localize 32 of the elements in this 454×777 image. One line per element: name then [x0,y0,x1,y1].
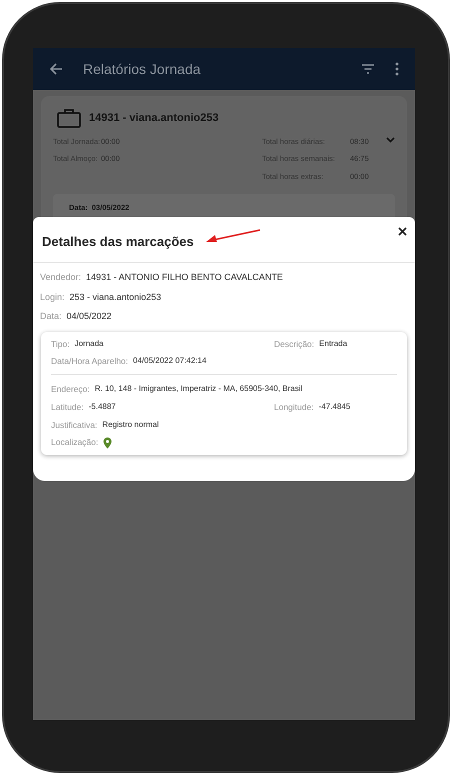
card-title: 14931 - viana.antonio253 [89,110,219,126]
field-label: Justificativa: [51,418,98,432]
filter-icon[interactable] [361,64,375,74]
field-label: Longitude: [274,400,314,414]
dialog-title: Detalhes das marcações [42,232,194,251]
location-pin-icon[interactable] [103,436,112,449]
field-label: Latitude: [51,400,84,414]
briefcase-icon [57,108,81,128]
field-label: Tipo: [51,338,70,350]
field-label: Data: [40,310,62,323]
field-value: 253 - viana.antonio253 [70,290,162,304]
field-value: 04/05/2022 [66,310,112,323]
field-value: -47.4845 [318,400,350,413]
chevron-down-icon[interactable] [386,137,395,143]
close-icon[interactable] [398,227,407,236]
field-label: Localização: [51,436,98,449]
back-arrow-icon[interactable] [49,62,63,76]
field-value: Registro normal [102,418,159,431]
field-label: Login: [40,290,65,304]
annotation-arrow [205,229,261,243]
field-value: Entrada [319,338,348,350]
field-value: R. 10, 148 - Imigrantes, Imperatriz - MA, 65905-340, Brasil [94,383,302,395]
field-value: -5.4887 [88,400,116,413]
field-label: Descrição: [274,338,314,350]
more-options-icon[interactable] [395,62,399,76]
field-value: 04/05/2022 07:42:14 [133,355,206,368]
field-label: Endereço: [51,383,90,396]
app-bar-title: Relatórios Jornada [83,60,202,78]
field-label: Vendedor: [40,271,82,284]
field-value: Jornada [74,338,104,350]
field-label: Data/Hora Aparelho: [51,355,128,368]
field-value: 14931 - ANTONIO FILHO BENTO CAVALCANTE [86,271,283,284]
